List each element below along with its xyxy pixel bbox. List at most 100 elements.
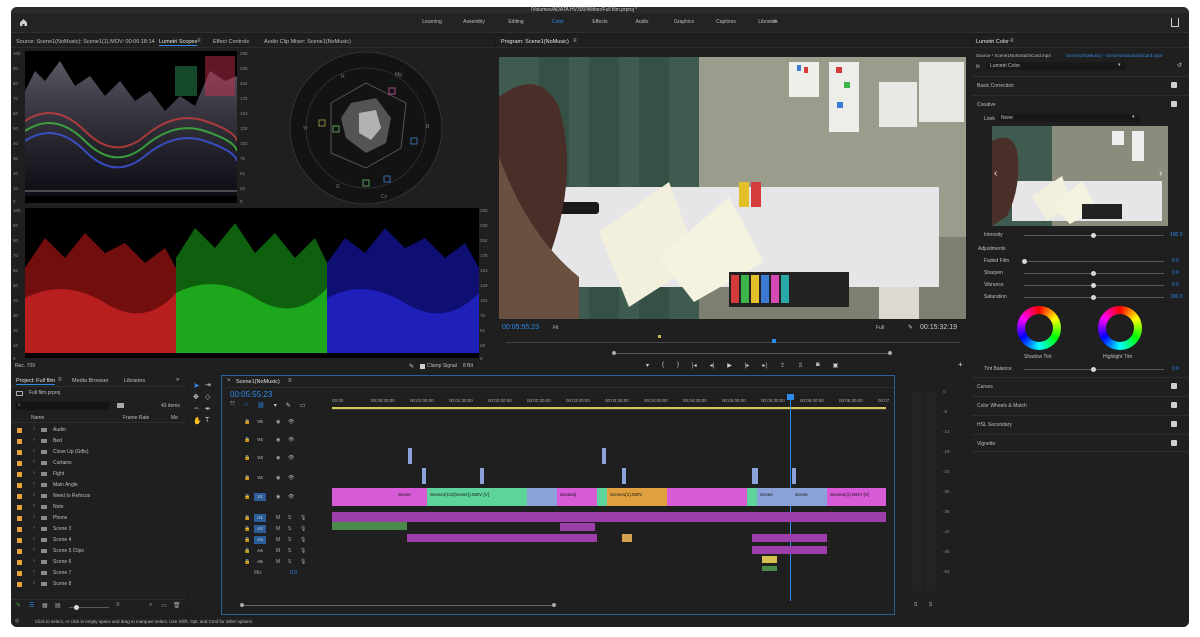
selection-tool-icon[interactable]: ➤	[193, 381, 200, 390]
program-video-frame[interactable]	[499, 57, 966, 319]
find-icon[interactable]: ⌕	[149, 602, 152, 609]
linked-selection-icon[interactable]: ⛓	[257, 402, 265, 410]
panel-menu-icon[interactable]: ≡	[1010, 38, 1014, 44]
lock-icon[interactable]: 🔒	[244, 455, 250, 461]
track-label[interactable]: A2	[254, 524, 266, 533]
chevron-right-icon[interactable]: ›	[33, 514, 35, 520]
solo-icon[interactable]: S	[288, 515, 291, 521]
toggle-output-icon[interactable]: ◉	[276, 475, 280, 481]
label-color-swatch[interactable]	[17, 538, 22, 543]
panel-menu-icon[interactable]: ≡	[288, 378, 292, 384]
thumbnail-size-slider[interactable]	[69, 605, 109, 610]
export-frame-icon[interactable]: ◙	[816, 362, 820, 370]
tab-project[interactable]: Project: Full film	[16, 378, 56, 385]
mix-value[interactable]: 0.0	[290, 570, 297, 576]
list-item[interactable]: › Scene 8	[11, 579, 186, 590]
icon-view-icon[interactable]: ▦	[42, 602, 48, 609]
chevron-right-icon[interactable]: ›	[33, 569, 35, 575]
track-header-v4[interactable]: 🔒 V4 ◉ 👁	[222, 432, 330, 448]
type-icon[interactable]: T	[205, 417, 209, 424]
ripple-edit-icon[interactable]: ✥	[193, 393, 199, 401]
toggle-output-icon[interactable]: ◉	[276, 419, 280, 425]
list-item[interactable]: › Curtains	[11, 458, 186, 469]
adj-value-1[interactable]: 0.0	[1172, 270, 1179, 276]
comparison-view-icon[interactable]: ▣	[833, 362, 839, 370]
chevron-right-icon[interactable]: ›	[33, 536, 35, 542]
mute-icon[interactable]: M	[276, 515, 280, 521]
zoom-handle-left[interactable]	[612, 351, 616, 355]
step-back-icon[interactable]: ◂|	[710, 362, 715, 370]
meter-solo-right[interactable]: S	[929, 602, 932, 608]
label-color-swatch[interactable]	[17, 560, 22, 565]
vibrance-slider[interactable]	[1024, 283, 1164, 288]
list-item[interactable]: › Audio	[11, 425, 186, 436]
more-workspaces-icon[interactable]: »	[773, 18, 777, 25]
chevron-right-icon[interactable]: ›	[33, 470, 35, 476]
saturation-slider[interactable]	[1024, 295, 1164, 300]
list-view-icon[interactable]: ☰	[29, 602, 34, 609]
track-label[interactable]: V5	[254, 418, 266, 426]
label-color-swatch[interactable]	[17, 582, 22, 587]
timeline-tracks[interactable]: Scene Scene1(Col(Scene)).MOV [V] Scene1[…	[332, 412, 886, 582]
label-color-swatch[interactable]	[17, 494, 22, 499]
freeform-view-icon[interactable]: ▤	[55, 602, 61, 609]
tab-effect-controls[interactable]: Effect Controls	[213, 39, 249, 45]
color-wheels-checkbox[interactable]	[1171, 402, 1177, 408]
program-timecode[interactable]: 00:05:55:23	[502, 324, 539, 331]
workspace-tab-learning[interactable]: Learning	[411, 19, 453, 29]
label-color-swatch[interactable]	[17, 483, 22, 488]
panel-menu-icon[interactable]: ≡	[58, 377, 62, 383]
shadow-tint-wheel[interactable]	[1017, 306, 1061, 350]
resolution-select[interactable]: Full	[876, 325, 884, 331]
source-tab[interactable]: Source: Scene1(NoMusic): Scene1(1).MOV: …	[16, 39, 155, 45]
intensity-slider[interactable]	[1024, 233, 1164, 238]
toggle-output-icon[interactable]: ◉	[276, 494, 280, 500]
label-color-swatch[interactable]	[17, 571, 22, 576]
chevron-right-icon[interactable]: ›	[33, 448, 35, 454]
meter-solo-left[interactable]: S	[914, 602, 917, 608]
list-item[interactable]: › Close Up (Gifts)	[11, 447, 186, 458]
scroll-handle-right[interactable]	[552, 603, 556, 607]
pencil-icon[interactable]: ✎	[16, 602, 21, 609]
section-vignette[interactable]: Vignette	[972, 434, 1189, 452]
lock-icon[interactable]: 🔒	[244, 515, 250, 521]
chevron-right-icon[interactable]: ›	[33, 426, 35, 432]
workspace-tab-captions[interactable]: Captions	[705, 19, 747, 29]
settings-icon[interactable]: ✎	[286, 402, 291, 410]
adj-value-3[interactable]: 100.0	[1170, 294, 1183, 300]
list-item[interactable]: › Bed	[11, 436, 186, 447]
highlight-tint-wheel[interactable]	[1098, 306, 1142, 350]
mute-icon[interactable]: M	[276, 537, 280, 543]
zoom-handle-right[interactable]	[888, 351, 892, 355]
chevron-right-icon[interactable]: ›	[33, 503, 35, 509]
hsl-secondary-checkbox[interactable]	[1171, 421, 1177, 427]
lock-icon[interactable]: 🔒	[244, 537, 250, 543]
share-icon[interactable]	[1171, 18, 1179, 27]
solo-icon[interactable]: S	[288, 559, 291, 565]
fx-select[interactable]: Lumetri Color ▾	[986, 62, 1126, 70]
track-label[interactable]: V2	[254, 474, 266, 482]
adj-value-2[interactable]: 0.0	[1172, 282, 1179, 288]
scroll-handle-left[interactable]	[240, 603, 244, 607]
track-label[interactable]: A1	[254, 513, 266, 522]
sort-icon[interactable]: ≡	[116, 602, 120, 608]
col-media[interactable]: Me	[171, 415, 178, 421]
chevron-right-icon[interactable]: ›	[33, 558, 35, 564]
list-item[interactable]: › Note	[11, 502, 186, 513]
track-label[interactable]: A3	[254, 535, 266, 544]
tab-audio-clip-mixer[interactable]: Audio Clip Mixer: Scene1(NoMusic)	[264, 39, 351, 45]
track-label[interactable]: A4	[254, 547, 266, 555]
tint-balance-value[interactable]: 0.0	[1172, 366, 1179, 372]
list-item[interactable]: › Scene 7	[11, 568, 186, 579]
razor-icon[interactable]: ◇	[205, 393, 210, 401]
slip-icon[interactable]: ⇔	[193, 405, 200, 412]
list-item[interactable]: › Scene 6	[11, 557, 186, 568]
intensity-value[interactable]: 100.0	[1170, 232, 1183, 238]
timeline-timecode[interactable]: 00:05:55:23	[230, 390, 272, 399]
mark-out-icon[interactable]: }	[677, 362, 679, 370]
list-item[interactable]: › Phone	[11, 513, 186, 524]
captions-icon[interactable]: ▭	[300, 402, 306, 410]
track-header-a4[interactable]: 🔒 A4 M S 🎙	[222, 545, 330, 556]
workspace-tab-color[interactable]: Color	[537, 19, 579, 29]
eye-icon[interactable]: 👁	[288, 419, 294, 425]
